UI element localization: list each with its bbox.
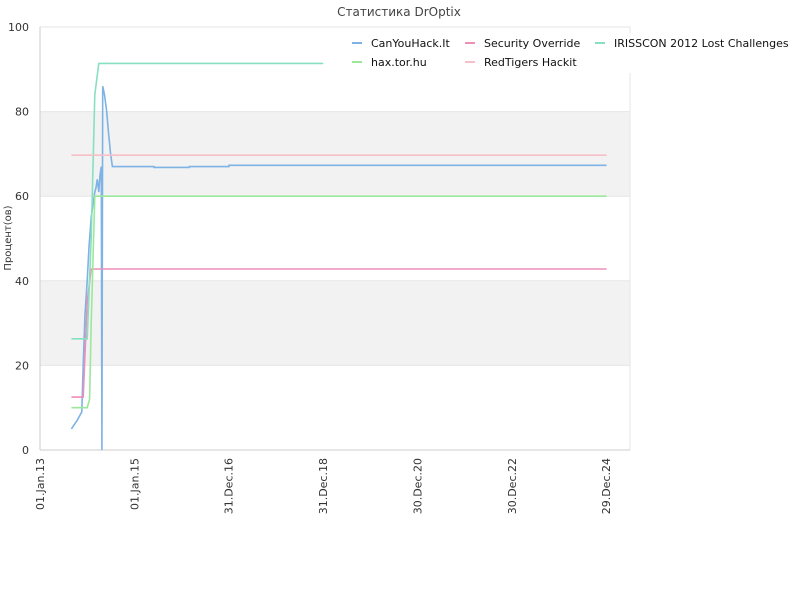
x-tick-label: 30.Dec.22: [506, 458, 519, 514]
x-tick-label: 31.Dec.18: [317, 458, 330, 514]
legend-label: Security Override: [484, 37, 580, 50]
legend-label: IRISSCON 2012 Lost Challenges: [614, 37, 789, 50]
x-tick-label: 30.Dec.20: [411, 458, 424, 514]
x-tick-label: 01.Jan.13: [34, 458, 47, 510]
x-tick-labels: 01.Jan.13 01.Jan.15 31.Dec.16 31.Dec.18 30.D…: [34, 458, 613, 514]
y-tick-label: 100: [8, 21, 29, 34]
chart: 0 20 40 60 80 100 01.Jan.13 01.Jan.15 31.Dec.16…: [3, 5, 790, 514]
chart-title: Статистика DrOptix: [337, 5, 461, 19]
x-tick-label: 31.Dec.16: [223, 458, 236, 514]
y-tick-label: 20: [15, 359, 29, 372]
legend-label: hax.tor.hu: [371, 56, 427, 69]
plot-background: [40, 27, 630, 450]
y-tick-label: 80: [15, 106, 29, 119]
grid-band: [40, 111, 630, 197]
legend-label: CanYouHack.It: [371, 37, 451, 50]
grid-band: [40, 280, 630, 366]
legend: CanYouHack.It Security Override IRISSCON 2…: [345, 33, 790, 73]
y-tick-label: 40: [15, 275, 29, 288]
y-tick-label: 60: [15, 190, 29, 203]
legend-label: RedTigers Hackit: [484, 56, 577, 69]
y-tick-label: 0: [22, 444, 29, 457]
y-axis-label: Процент(ов): [3, 205, 14, 270]
x-tick-label: 01.Jan.15: [128, 458, 141, 510]
x-tick-label: 29.Dec.24: [600, 458, 613, 514]
